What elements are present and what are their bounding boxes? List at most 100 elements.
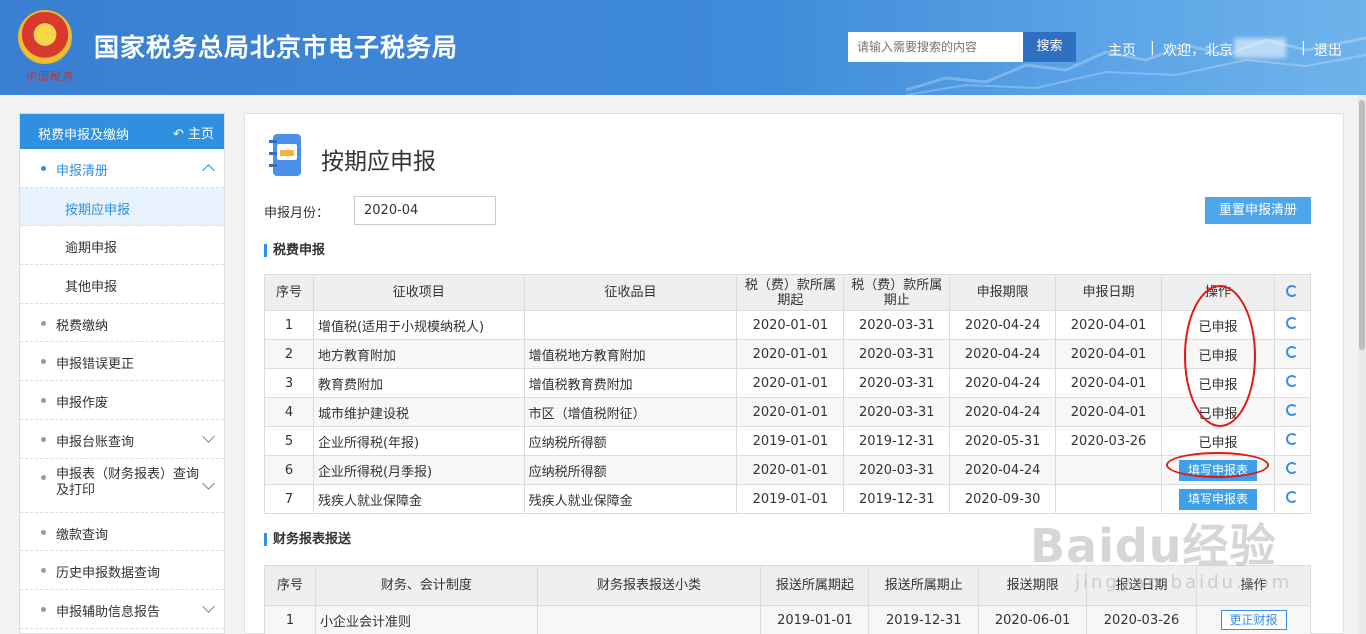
period-end: 2020-03-31 xyxy=(843,368,951,398)
sidebar-item-tax-payment[interactable]: 税费缴纳 xyxy=(20,304,224,343)
period-start: 2019-01-01 xyxy=(736,484,845,514)
refresh-cell[interactable] xyxy=(1273,426,1312,456)
sidebar-header: 税费申报及缴纳 ↶ 主页 xyxy=(20,114,224,149)
report-category xyxy=(536,605,762,634)
refresh-cell[interactable] xyxy=(1273,455,1312,485)
sidebar-item-auxiliary-report[interactable]: 申报辅助信息报告 xyxy=(20,590,224,629)
refresh-cell[interactable] xyxy=(1273,339,1312,369)
sidebar-item-declaration-list[interactable]: 申报清册 xyxy=(20,149,224,188)
levy-item: 地方教育附加 xyxy=(312,339,525,369)
sidebar-home-link[interactable]: ↶ 主页 xyxy=(173,123,214,142)
table-row: 5 企业所得税(年报) 应纳税所得额 2019-01-01 2019-12-31… xyxy=(264,426,1312,456)
period-start: 2020-01-01 xyxy=(736,339,845,369)
notebook-icon xyxy=(269,134,301,176)
welcome-text: 欢迎，北京 xyxy=(1163,43,1233,59)
deadline: 2020-05-31 xyxy=(949,426,1057,456)
correct-report-button[interactable]: 更正财报 xyxy=(1220,610,1287,630)
declare-date: 2020-03-26 xyxy=(1055,426,1163,456)
scrollbar-thumb[interactable] xyxy=(1359,100,1365,350)
column-header: 财务、会计制度 xyxy=(314,565,538,606)
deadline: 2020-04-24 xyxy=(949,397,1057,427)
month-field[interactable] xyxy=(354,196,496,225)
period-end: 2019-12-31 xyxy=(843,426,951,456)
column-header: 税（费）款所属期起 xyxy=(736,274,845,311)
levy-item: 企业所得税(年报) xyxy=(312,426,525,456)
period-start: 2019-01-01 xyxy=(736,426,845,456)
sidebar-item-label: 缴款查询 xyxy=(56,527,109,543)
refresh-all-cell[interactable] xyxy=(1273,274,1312,311)
section-title-tax-declaration: 税费申报 xyxy=(264,244,325,257)
accounting-system: 小企业会计准则 xyxy=(314,605,538,634)
sidebar-item-label: 历史申报数据查询 xyxy=(56,566,161,582)
sidebar-item-label: 其他申报 xyxy=(65,280,118,296)
refresh-cell[interactable] xyxy=(1273,397,1312,427)
chevron-down-icon xyxy=(202,600,215,613)
period-end: 2020-03-31 xyxy=(843,397,951,427)
submit-date: 2020-03-26 xyxy=(1086,605,1198,634)
logout-link[interactable]: 退出 xyxy=(1314,40,1342,60)
period-end: 2020-03-31 xyxy=(843,310,951,340)
sidebar-item-report-query-print[interactable]: 申报表（财务报表）查询及打印 xyxy=(20,459,224,513)
table-row: 6 企业所得税(月季报) 应纳税所得额 2020-01-01 2020-03-3… xyxy=(264,455,1312,485)
fill-declaration-button[interactable]: 填写申报表 xyxy=(1178,488,1257,510)
refresh-cell[interactable] xyxy=(1273,484,1312,514)
period-start: 2019-01-01 xyxy=(760,605,870,634)
refresh-icon xyxy=(1286,346,1299,358)
sidebar-item-label: 申报辅助信息报告 xyxy=(56,604,161,620)
sidebar-item-error-correction[interactable]: 申报错误更正 xyxy=(20,342,224,382)
sidebar-item-history-query[interactable]: 历史申报数据查询 xyxy=(20,551,224,590)
sidebar-item-label: 申报作废 xyxy=(56,396,109,412)
levy-subitem: 应纳税所得额 xyxy=(523,426,738,456)
sidebar-item-label: 逾期申报 xyxy=(65,241,118,257)
levy-item: 教育费附加 xyxy=(312,368,525,398)
operation-cell: 更正财报 xyxy=(1196,605,1311,634)
tax-emblem-icon xyxy=(18,10,72,64)
sidebar-item-ledger-query[interactable]: 申报台账查询 xyxy=(20,420,224,459)
sidebar-item-label: 税费缴纳 xyxy=(56,318,109,334)
levy-subitem: 增值税教育费附加 xyxy=(523,368,738,398)
table-row: 1 小企业会计准则 2019-01-01 2019-12-31 2020-06-… xyxy=(264,605,1311,634)
table-row: 1 增值税(适用于小规模纳税人) 2020-01-01 2020-03-31 2… xyxy=(264,310,1312,340)
search-button[interactable]: 搜索 xyxy=(1023,32,1076,62)
levy-item: 企业所得税(月季报) xyxy=(312,455,525,485)
column-header: 财务报表报送小类 xyxy=(536,565,762,606)
levy-item: 城市维护建设税 xyxy=(312,397,525,427)
levy-item: 增值税(适用于小规模纳税人) xyxy=(312,310,525,340)
sidebar-item-payment-query[interactable]: 缴款查询 xyxy=(20,513,224,552)
levy-subitem: 残疾人就业保障金 xyxy=(523,484,738,514)
table-row: 2 地方教育附加 增值税地方教育附加 2020-01-01 2020-03-31… xyxy=(264,339,1312,369)
refresh-cell[interactable] xyxy=(1273,368,1312,398)
bullet-icon xyxy=(41,568,46,574)
reset-declaration-button[interactable]: 重置申报清册 xyxy=(1205,197,1311,224)
declare-date: 2020-04-01 xyxy=(1055,368,1163,398)
levy-subitem: 应纳税所得额 xyxy=(523,455,738,485)
nav-home-link[interactable]: 主页 xyxy=(1108,40,1136,60)
bullet-icon xyxy=(41,606,46,612)
sidebar-item-void-declaration[interactable]: 申报作废 xyxy=(20,381,224,420)
refresh-icon xyxy=(1286,462,1299,474)
period-end: 2019-12-31 xyxy=(843,484,951,514)
row-number: 5 xyxy=(264,426,314,456)
refresh-cell[interactable] xyxy=(1273,310,1312,340)
sidebar-subitem-other-declaration[interactable]: 其他申报 xyxy=(20,265,224,304)
refresh-icon xyxy=(1286,317,1299,329)
deadline: 2020-06-01 xyxy=(978,605,1088,634)
deadline: 2020-04-24 xyxy=(949,339,1057,369)
sidebar-item-label: 申报台账查询 xyxy=(56,434,135,450)
declare-date xyxy=(1055,455,1163,485)
sidebar: 税费申报及缴纳 ↶ 主页 申报清册 按期应申报 逾期申报 其他申报 税费缴纳 申… xyxy=(19,113,225,634)
column-header: 申报日期 xyxy=(1055,274,1163,311)
levy-subitem xyxy=(523,310,738,340)
row-number: 2 xyxy=(264,339,314,369)
sidebar-subitem-overdue-declaration[interactable]: 逾期申报 xyxy=(20,226,224,266)
column-header: 报送所属期起 xyxy=(760,565,870,606)
sidebar-subitem-periodic-declaration[interactable]: 按期应申报 xyxy=(20,187,224,227)
search-input[interactable] xyxy=(848,32,1023,62)
table-row: 3 教育费附加 增值税教育费附加 2020-01-01 2020-03-31 2… xyxy=(264,368,1312,398)
sidebar-item-label: 申报错误更正 xyxy=(56,357,135,373)
levy-subitem: 增值税地方教育附加 xyxy=(523,339,738,369)
bullet-icon xyxy=(41,166,46,171)
column-header: 序号 xyxy=(264,274,314,311)
row-number: 3 xyxy=(264,368,314,398)
refresh-icon xyxy=(1286,404,1299,416)
